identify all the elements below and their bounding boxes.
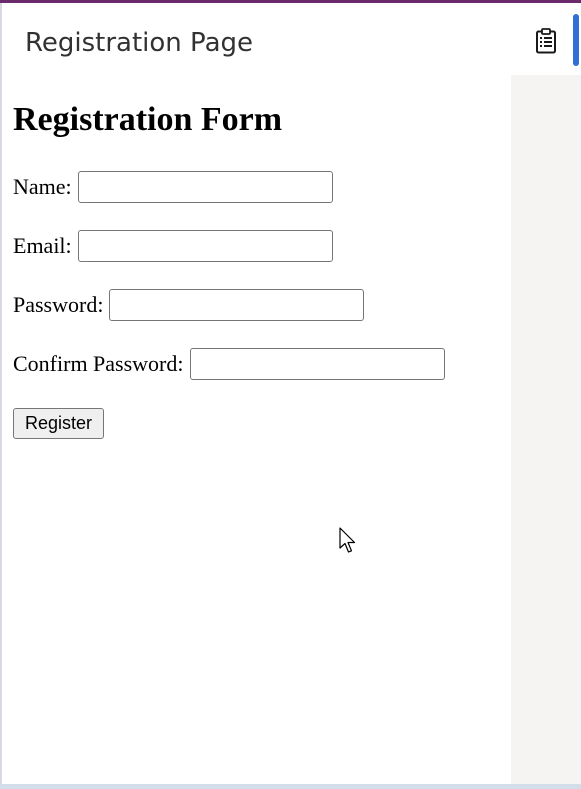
confirm-password-row: Confirm Password: [13,347,445,381]
password-label: Password: [13,292,104,317]
email-label: Email: [13,233,72,258]
confirm-password-input[interactable] [189,348,445,380]
password-input[interactable] [109,289,365,321]
mouse-pointer-icon [339,527,356,553]
side-scroll-accent[interactable] [573,14,579,66]
name-label: Name: [13,174,72,199]
email-row: Email: [13,229,333,263]
confirm-password-label: Confirm Password: [13,351,184,376]
email-input[interactable] [77,230,333,262]
password-row: Password: [13,288,365,322]
side-panel [511,75,581,784]
form-content: Registration Form Name: Email: Password:… [2,75,511,784]
window-bottom-border [0,784,581,789]
register-button[interactable]: Register [13,408,105,439]
name-row: Name: [13,170,333,204]
page-title: Registration Page [25,28,253,58]
app-header: Registration Page [2,3,581,75]
form-title: Registration Form [13,101,283,138]
name-input[interactable] [77,171,333,203]
clipboard-icon[interactable] [535,28,557,54]
